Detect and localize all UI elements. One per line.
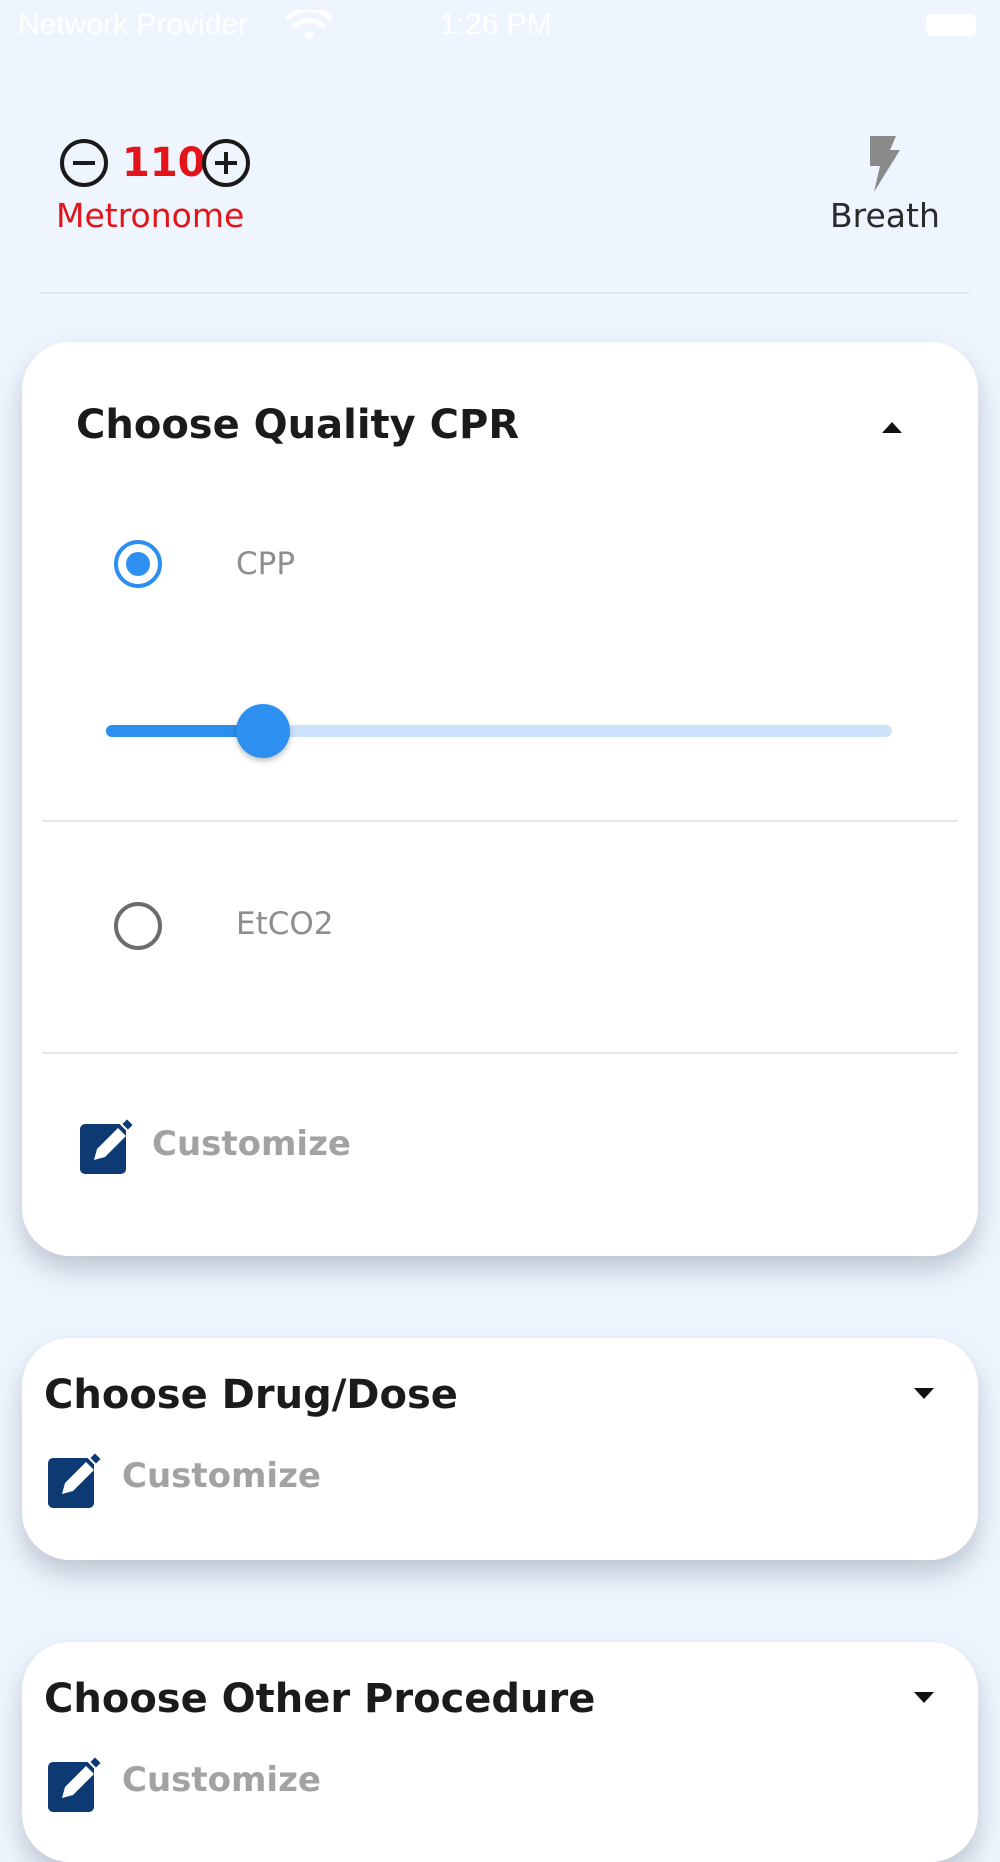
- collapse-caret-icon[interactable]: [882, 422, 902, 433]
- other-procedure-title[interactable]: Choose Other Procedure: [44, 1676, 595, 1722]
- minus-icon: [73, 161, 95, 165]
- edit-icon[interactable]: [48, 1452, 102, 1508]
- option-divider: [42, 1052, 958, 1054]
- status-time: 1:26 PM: [440, 8, 552, 41]
- quality-cpr-card: Choose Quality CPR CPP EtCO2 Customize: [22, 342, 978, 1256]
- expand-caret-icon[interactable]: [914, 1388, 934, 1399]
- breath-label: Breath: [830, 196, 940, 235]
- bpm-value: 110: [122, 140, 206, 186]
- status-bar: Network Provider 1:26 PM: [0, 0, 1000, 56]
- drug-dose-card: Choose Drug/Dose Customize: [22, 1338, 978, 1560]
- cpp-slider[interactable]: [106, 700, 892, 760]
- customize-label[interactable]: Customize: [122, 1456, 321, 1496]
- option-divider: [42, 820, 958, 822]
- battery-icon: [926, 14, 976, 36]
- decrease-bpm-button[interactable]: [60, 139, 108, 187]
- customize-label[interactable]: Customize: [122, 1760, 321, 1800]
- carrier-name: Network Provider: [18, 8, 249, 41]
- header-divider: [40, 292, 970, 294]
- slider-thumb[interactable]: [236, 704, 290, 758]
- etco2-label[interactable]: EtCO2: [236, 906, 334, 942]
- breath-button[interactable]: Breath: [820, 134, 950, 244]
- etco2-radio[interactable]: [114, 902, 162, 950]
- edit-icon[interactable]: [48, 1756, 102, 1812]
- customize-label[interactable]: Customize: [152, 1124, 351, 1164]
- cpp-radio[interactable]: [114, 540, 162, 588]
- metronome-control: 110 Metronome: [56, 134, 266, 244]
- wifi-icon: [286, 10, 332, 40]
- edit-icon[interactable]: [80, 1118, 134, 1174]
- cpp-label[interactable]: CPP: [236, 546, 295, 582]
- metronome-label[interactable]: Metronome: [56, 196, 244, 235]
- increase-bpm-button[interactable]: [202, 139, 250, 187]
- other-procedure-card: Choose Other Procedure Customize: [22, 1642, 978, 1862]
- expand-caret-icon[interactable]: [914, 1692, 934, 1703]
- drug-dose-title[interactable]: Choose Drug/Dose: [44, 1372, 458, 1418]
- quality-cpr-title[interactable]: Choose Quality CPR: [76, 402, 519, 448]
- lightning-bolt-icon: [870, 136, 900, 192]
